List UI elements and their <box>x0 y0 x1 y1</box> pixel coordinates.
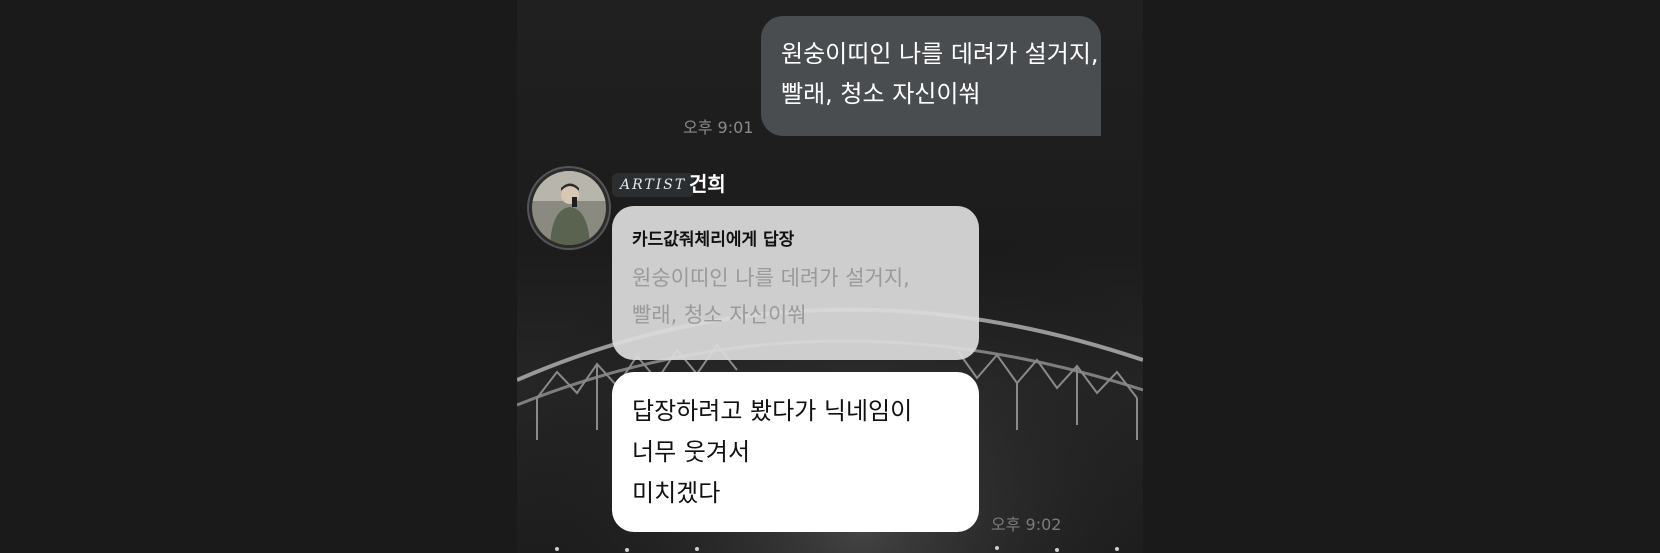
reply-quote-bubble[interactable]: 카드값줘체리에게 답장 원숭이띠인 나를 데려가 설거지, 빨래, 청소 자신이… <box>612 206 979 360</box>
incoming-message-line-2: 너무 웃겨서 <box>632 438 751 466</box>
sender-name[interactable]: 건희 <box>689 170 726 198</box>
incoming-message-time: 오후 9:02 <box>991 515 1062 534</box>
incoming-message-line-1: 답장하려고 봤다가 닉네임이 <box>632 397 913 425</box>
reply-quoted-line-2: 빨래, 청소 자신이쒀 <box>632 303 807 327</box>
artist-badge: ARTIST <box>612 173 695 197</box>
right-letterbox <box>1143 0 1660 553</box>
avatar[interactable] <box>529 168 609 248</box>
outgoing-message-line-1: 원숭이띠인 나를 데려가 설거지, <box>781 40 1099 68</box>
reply-title: 카드값줘체리에게 답장 <box>632 230 795 250</box>
outgoing-message-bubble[interactable]: 원숭이띠인 나를 데려가 설거지, 빨래, 청소 자신이쒀 <box>761 16 1101 136</box>
chat-panel[interactable]: 원숭이띠인 나를 데려가 설거지, 빨래, 청소 자신이쒀 오후 9:01 AR… <box>517 0 1143 553</box>
outgoing-message-line-2: 빨래, 청소 자신이쒀 <box>781 80 981 108</box>
outgoing-message-time: 오후 9:01 <box>683 118 754 137</box>
incoming-message-bubble[interactable]: 답장하려고 봤다가 닉네임이 너무 웃겨서 미치겠다 <box>612 372 979 532</box>
incoming-message-line-3: 미치겠다 <box>632 479 721 507</box>
left-letterbox <box>0 0 517 553</box>
reply-quoted-line-1: 원숭이띠인 나를 데려가 설거지, <box>632 266 910 290</box>
person-photo-avatar-icon <box>532 171 606 245</box>
